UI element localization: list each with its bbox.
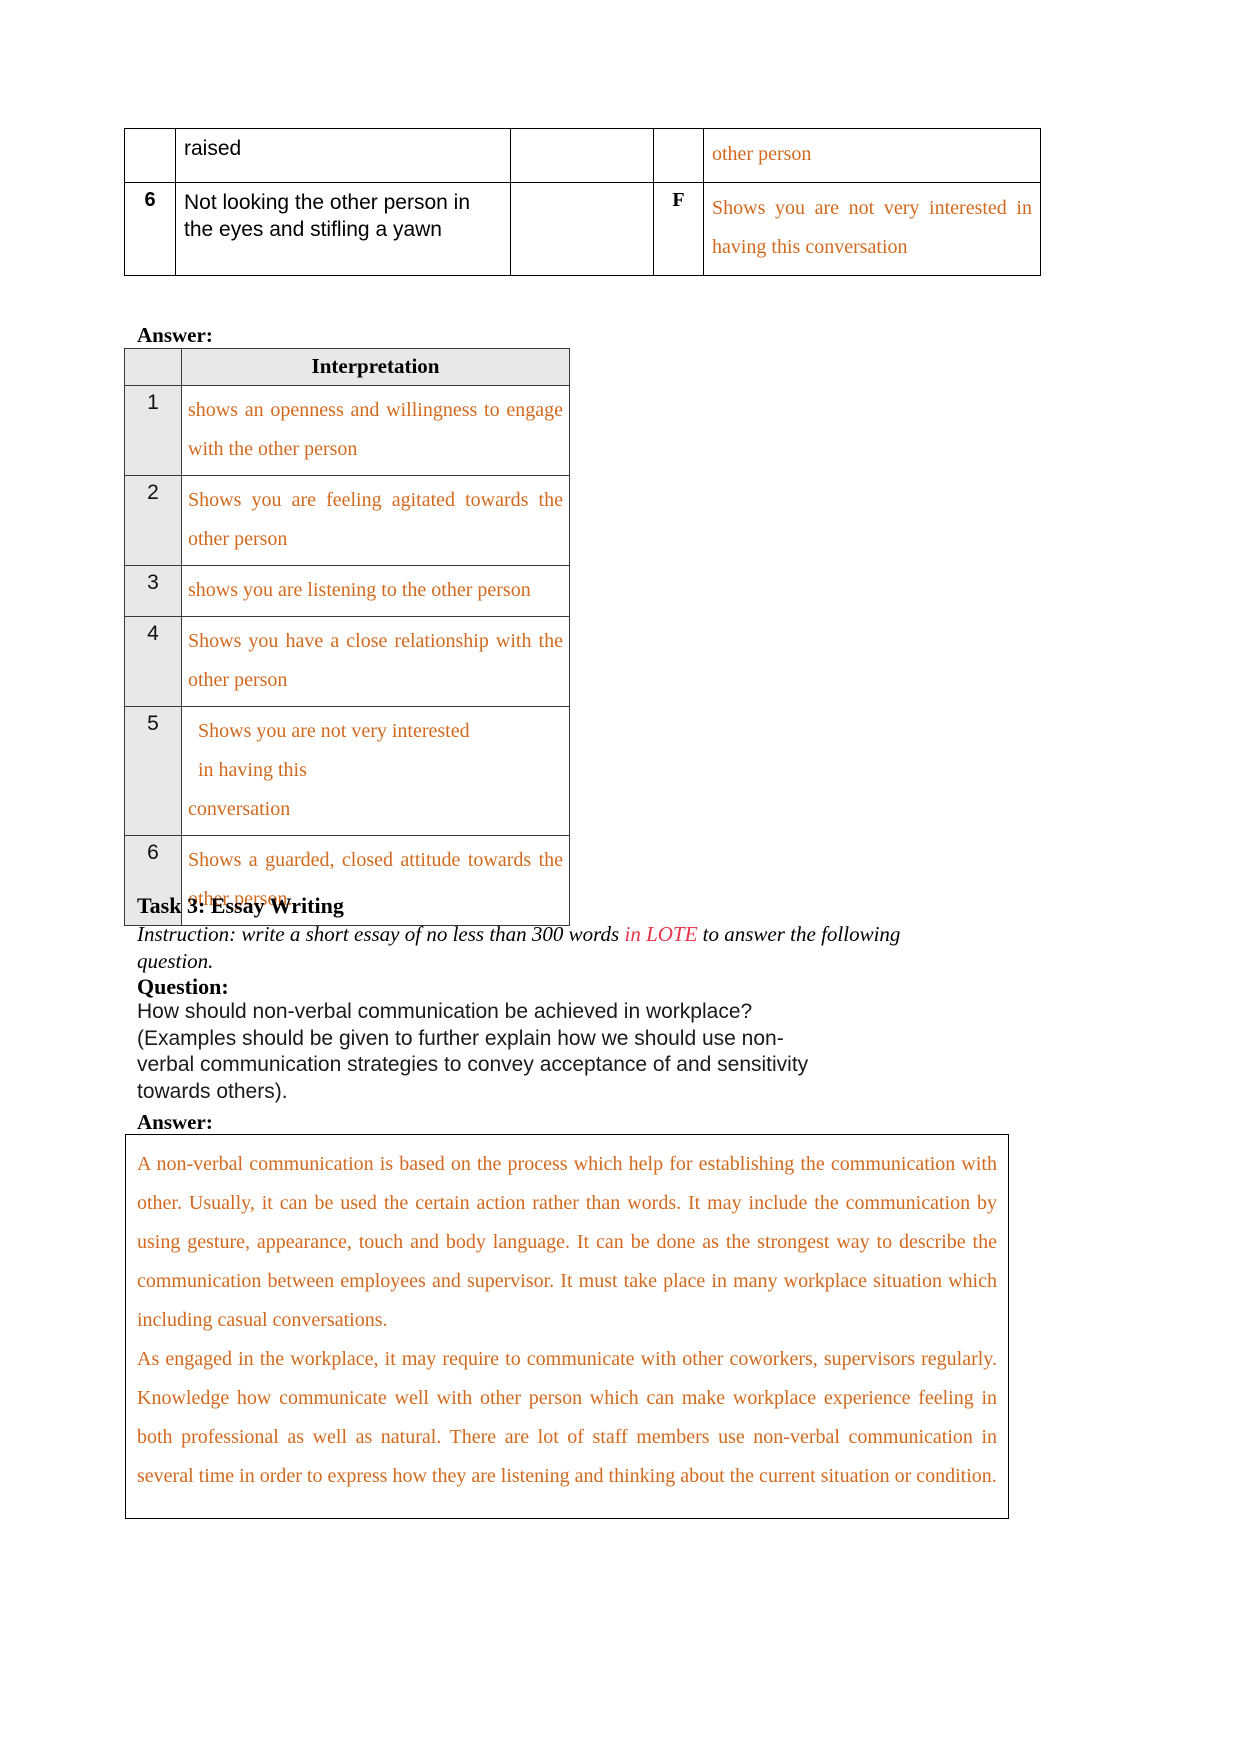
row-number: 5	[124, 706, 182, 836]
interpretation-answer-cell[interactable]: shows you are listening to the other per…	[181, 565, 570, 617]
interpretation-cell: other person	[703, 128, 1041, 183]
interpretation-line: in having this	[198, 759, 307, 781]
question-line: verbal communication strategies to conve…	[137, 1053, 809, 1077]
instruction-text-part1: Instruction: write a short essay of no l…	[137, 922, 625, 946]
row-number: 3	[124, 565, 182, 617]
behaviour-interpretation-table: raised other person 6 Not looking the ot…	[124, 128, 1041, 276]
essay-paragraph: A non-verbal communication is based on t…	[137, 1153, 997, 1331]
row-number: 1	[124, 385, 182, 476]
interpretation-answer-cell[interactable]: Shows you are feeling agitated towards t…	[181, 475, 570, 566]
letter-cell: F	[653, 182, 704, 276]
behaviour-cell: Not looking the other person in the eyes…	[175, 182, 511, 276]
table-row: 4 Shows you have a close relationship wi…	[124, 616, 570, 707]
table-row: 1 shows an openness and willingness to e…	[124, 385, 570, 476]
table-row: raised other person	[124, 128, 1041, 183]
instruction-lote-highlight: in LOTE	[624, 922, 698, 946]
answer-blank-cell[interactable]	[510, 182, 654, 276]
table-row: 3 shows you are listening to the other p…	[124, 565, 570, 617]
question-text: How should non-verbal communication be a…	[137, 999, 977, 1106]
task3-instruction: Instruction: write a short essay of no l…	[137, 921, 969, 976]
question-line: (Examples should be given to further exp…	[137, 1026, 784, 1050]
interpretation-line: conversation	[188, 798, 291, 820]
header-blank-cell	[124, 348, 182, 386]
interpretation-line: Shows you are not very interested	[198, 720, 470, 742]
row-number: 4	[124, 616, 182, 707]
interpretation-answer-cell[interactable]: Shows you are not very interested in hav…	[181, 706, 570, 836]
document-page: raised other person 6 Not looking the ot…	[0, 0, 1241, 1754]
interpretation-answer-cell[interactable]: Shows you have a close relationship with…	[181, 616, 570, 707]
essay-answer-box[interactable]: A non-verbal communication is based on t…	[125, 1134, 1009, 1519]
interpretation-answer-cell[interactable]: shows an openness and willingness to eng…	[181, 385, 570, 476]
question-line: towards others).	[137, 1079, 288, 1103]
table-row: 6 Not looking the other person in the ey…	[124, 182, 1041, 276]
table-header-row: Interpretation	[124, 348, 570, 386]
row-number: 2	[124, 475, 182, 566]
row-number: 6	[124, 182, 176, 276]
letter-cell	[653, 128, 704, 183]
behaviour-cell: raised	[175, 128, 511, 183]
answer-label-task3: Answer:	[137, 1110, 213, 1134]
table-row: 2 Shows you are feeling agitated towards…	[124, 475, 570, 566]
question-line: How should non-verbal communication be a…	[137, 1000, 753, 1023]
table-row: 5 Shows you are not very interested in h…	[124, 706, 570, 836]
row-number	[124, 128, 176, 183]
interpretation-answer-table: Interpretation 1 shows an openness and w…	[124, 348, 570, 926]
task3-heading: Task 3: Essay Writing	[137, 893, 344, 918]
essay-paragraph: As engaged in the workplace, it may requ…	[137, 1348, 997, 1487]
answer-blank-cell[interactable]	[510, 128, 654, 183]
interpretation-cell: Shows you are not very interested in hav…	[703, 182, 1041, 276]
answer-label-task2: Answer:	[137, 323, 213, 347]
header-interpretation-label: Interpretation	[181, 348, 570, 386]
question-label: Question:	[137, 974, 229, 999]
